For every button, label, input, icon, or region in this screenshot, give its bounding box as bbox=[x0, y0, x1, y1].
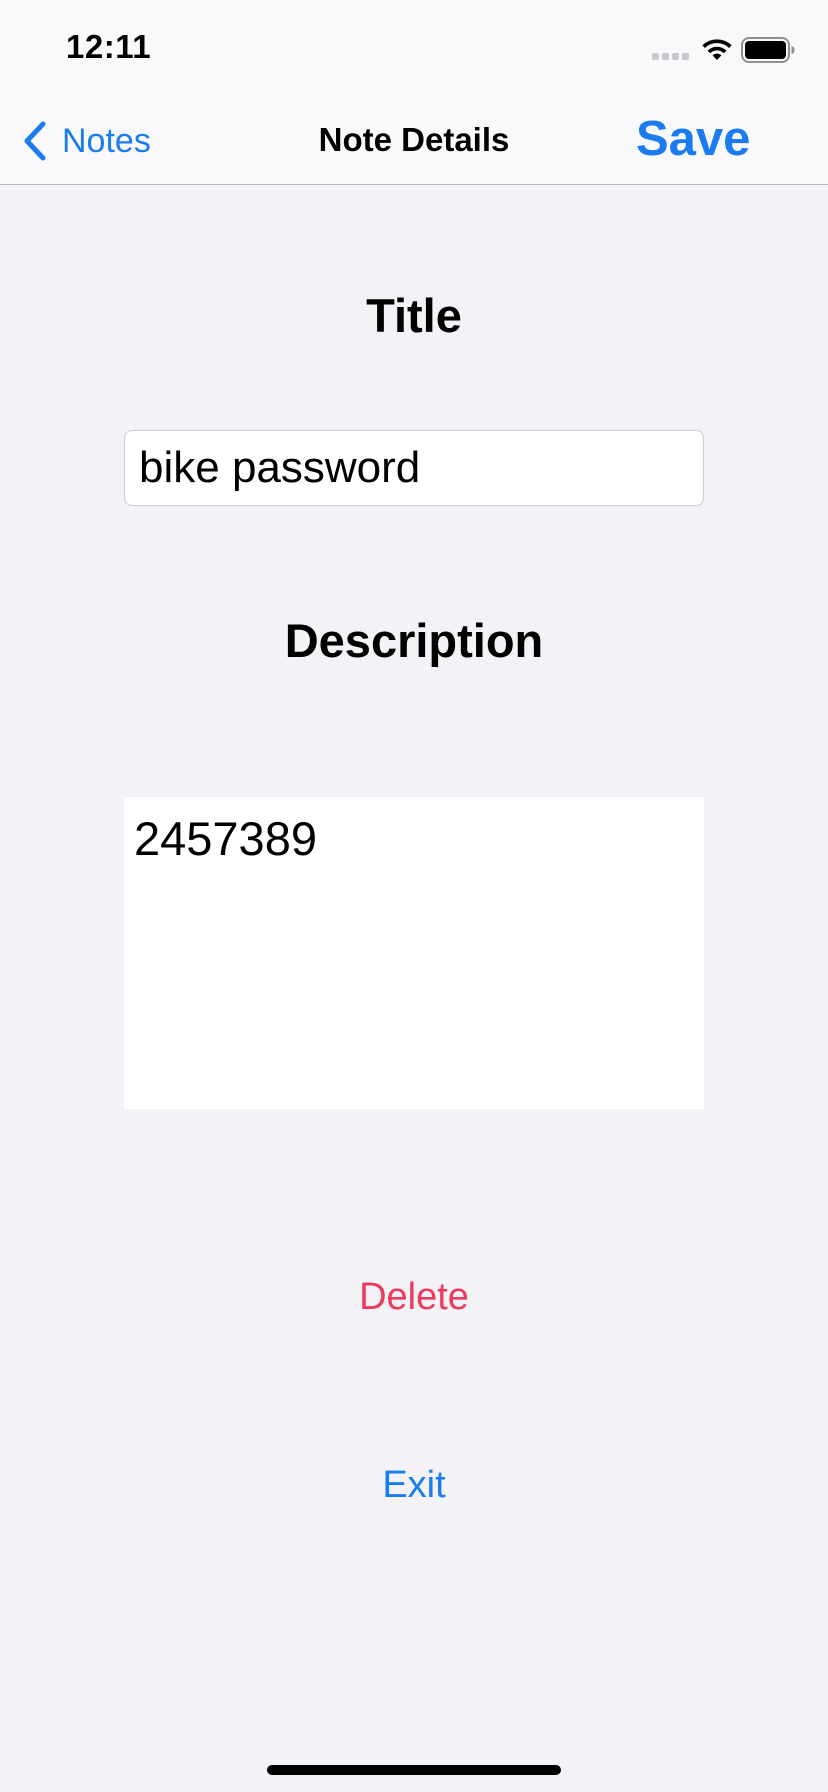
exit-button[interactable]: Exit bbox=[0, 1464, 828, 1507]
navigation-bar: 12:11 Notes Note Details Save bbox=[0, 0, 828, 185]
wifi-icon bbox=[702, 39, 732, 60]
save-button[interactable]: Save bbox=[636, 111, 750, 167]
battery-icon bbox=[741, 37, 795, 63]
status-time: 12:11 bbox=[66, 28, 152, 65]
title-input[interactable]: bike password bbox=[124, 430, 704, 506]
title-heading: Title bbox=[366, 289, 462, 342]
note-details-screen: 12:11 Notes Note Details Save Title bike… bbox=[0, 0, 828, 1792]
description-textarea[interactable]: 2457389 bbox=[124, 797, 704, 1109]
delete-button[interactable]: Delete bbox=[0, 1276, 828, 1319]
description-heading: Description bbox=[284, 614, 544, 667]
cellular-signal-icon bbox=[652, 53, 690, 61]
home-indicator[interactable] bbox=[267, 1765, 561, 1775]
